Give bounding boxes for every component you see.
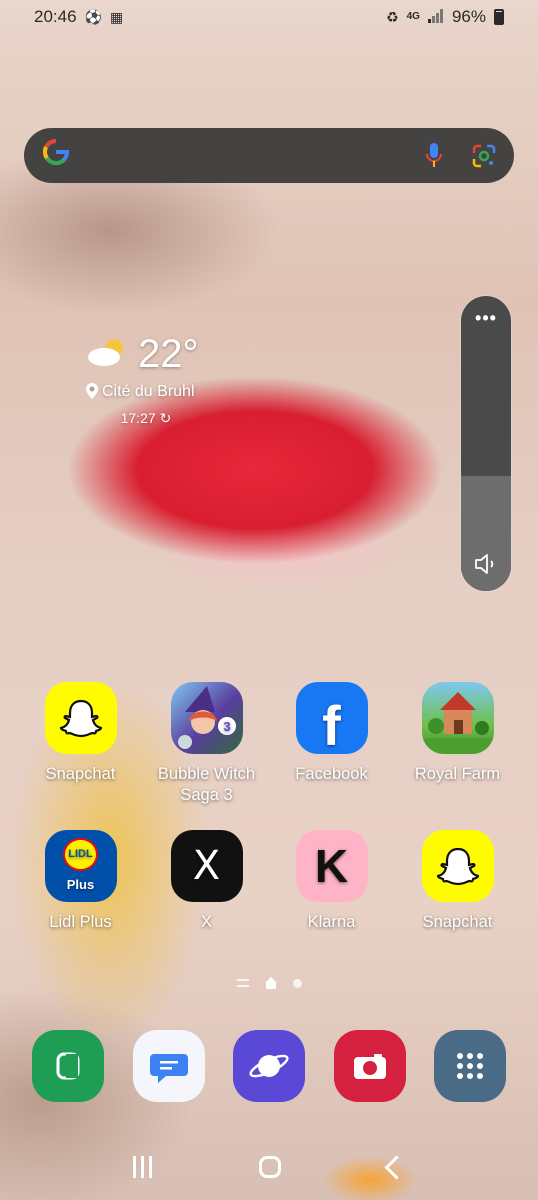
temperature: 22° bbox=[138, 332, 199, 376]
lidl-plus-text: Plus bbox=[66, 876, 95, 892]
back-button[interactable] bbox=[384, 1154, 409, 1180]
facebook-icon: f bbox=[295, 682, 368, 754]
bubble-witch-icon: 3 bbox=[170, 682, 243, 754]
speaker-icon[interactable] bbox=[461, 552, 511, 581]
clock: 20:46 bbox=[34, 7, 77, 26]
app-label: Snapchat bbox=[45, 765, 116, 783]
x-icon: X bbox=[170, 830, 243, 902]
royal-farm-icon bbox=[421, 682, 494, 754]
refresh-icon[interactable]: ↻ bbox=[160, 410, 172, 427]
home-button[interactable] bbox=[258, 1156, 281, 1178]
facebook-f-letter: f bbox=[322, 693, 341, 754]
messages-icon[interactable] bbox=[133, 1030, 205, 1102]
partly-cloudy-icon bbox=[86, 336, 128, 373]
app-lidl-plus[interactable]: LIDL Plus Lidl Plus bbox=[18, 830, 143, 933]
app-x[interactable]: X X bbox=[144, 830, 269, 933]
google-search-bar[interactable] bbox=[24, 128, 514, 183]
page-indicator-home-icon bbox=[264, 977, 277, 989]
internet-icon[interactable] bbox=[233, 1030, 305, 1102]
weather-widget[interactable]: 22° Cité du Bruhl 17:27 ↻ bbox=[86, 332, 206, 427]
network-type: 4G bbox=[406, 11, 420, 22]
app-label: Bubble Witch Saga 3 bbox=[157, 765, 256, 804]
camera-icon[interactable] bbox=[334, 1030, 406, 1102]
app-label: Klarna bbox=[307, 913, 356, 931]
weather-updated-time: 17:27 bbox=[120, 410, 156, 426]
app-label: X bbox=[200, 913, 212, 931]
snapchat-icon bbox=[421, 830, 494, 902]
volume-panel[interactable]: ••• bbox=[461, 296, 511, 591]
dock bbox=[0, 1030, 538, 1105]
recycle-icon: ♻ bbox=[386, 8, 399, 25]
app-royal-farm[interactable]: Royal Farm bbox=[395, 682, 520, 785]
battery-icon bbox=[494, 9, 504, 25]
app-snapchat[interactable]: Snapchat bbox=[18, 682, 143, 785]
volume-more-options[interactable]: ••• bbox=[461, 308, 511, 329]
page-indicator-news-icon bbox=[236, 979, 249, 987]
phone-icon[interactable] bbox=[32, 1030, 104, 1102]
calendar-icon: ▦ bbox=[109, 8, 124, 25]
recents-button[interactable] bbox=[133, 1156, 153, 1178]
klarna-icon: K bbox=[295, 830, 368, 902]
microphone-icon[interactable] bbox=[426, 142, 442, 169]
google-lens-icon[interactable] bbox=[472, 144, 496, 168]
page-indicator-dot bbox=[292, 978, 302, 988]
soccer-ball-icon: ⚽ bbox=[84, 8, 102, 25]
x-letter: X bbox=[192, 842, 221, 889]
lidl-logo: LIDL bbox=[63, 837, 98, 871]
app-klarna[interactable]: K Klarna bbox=[269, 830, 394, 933]
app-bubble-witch[interactable]: 3 Bubble Witch Saga 3 bbox=[144, 682, 269, 806]
battery-percent: 96% bbox=[451, 7, 486, 26]
lidl-plus-icon: LIDL Plus bbox=[44, 830, 117, 902]
snapchat-icon bbox=[44, 682, 117, 754]
location-pin-icon bbox=[86, 383, 98, 404]
navigation-bar bbox=[0, 1148, 538, 1186]
google-logo-icon bbox=[42, 138, 70, 173]
app-label: Snapchat bbox=[422, 913, 493, 931]
app-snapchat-2[interactable]: Snapchat bbox=[395, 830, 520, 933]
signal-icon bbox=[427, 8, 444, 26]
app-label: Lidl Plus bbox=[49, 913, 112, 931]
app-label: Facebook bbox=[295, 765, 368, 783]
weather-location: Cité du Bruhl bbox=[102, 383, 195, 400]
app-label: Royal Farm bbox=[414, 765, 501, 783]
status-bar: 20:46 ⚽ ▦ ♻ 4G 96% bbox=[0, 0, 538, 34]
bubble-level-text: 3 bbox=[223, 719, 230, 734]
app-facebook[interactable]: f Facebook bbox=[269, 682, 394, 785]
app-drawer-icon[interactable] bbox=[434, 1030, 506, 1102]
klarna-k-letter: K bbox=[314, 839, 349, 892]
page-indicator[interactable] bbox=[0, 977, 538, 989]
